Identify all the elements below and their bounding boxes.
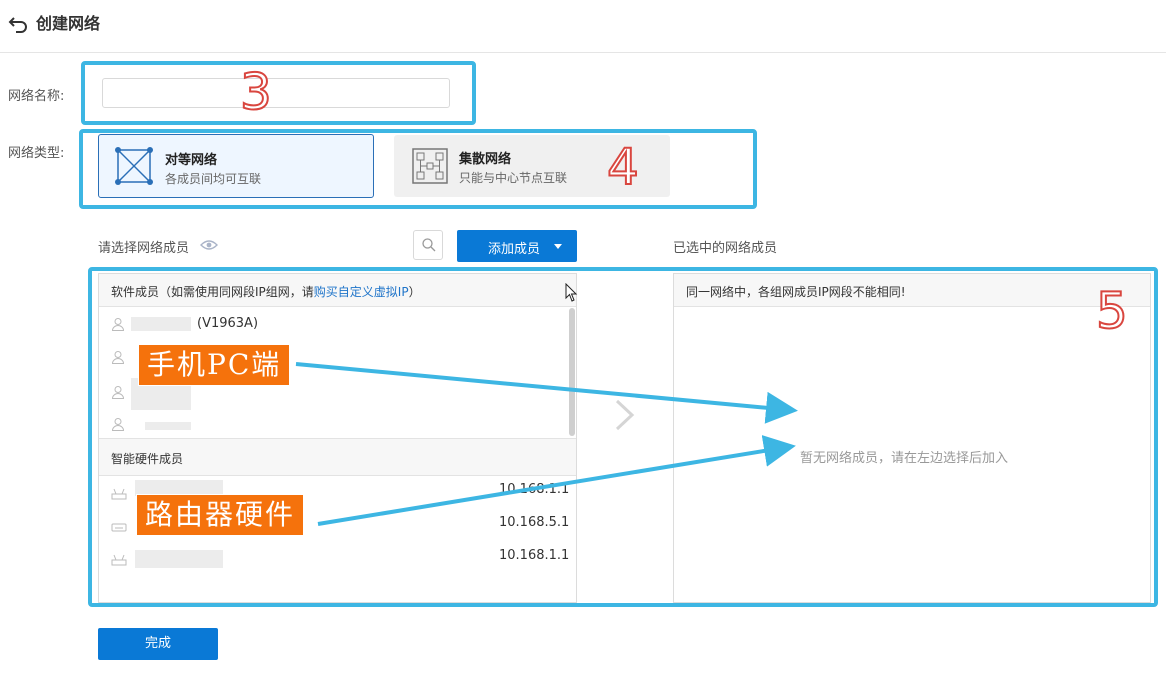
hub-card-title: 集散网络 [459,152,512,167]
selected-members-panel: 同一网络中，各组网成员IP网段不能相同! 暂无网络成员，请在左边选择后加入 [673,273,1151,603]
callout-router-hardware: 路由器硬件 [136,494,305,536]
software-member-row[interactable] [111,316,125,335]
hardware-ip: 10.168.1.1 [499,482,570,497]
transfer-right-icon[interactable] [614,398,636,432]
network-name-input[interactable] [102,78,450,108]
router-icon [111,554,127,566]
user-icon [111,318,125,331]
mouse-cursor-icon [565,283,578,302]
redacted-name [135,550,223,568]
select-members-label: 请选择网络成员 [98,241,190,256]
buy-virtual-ip-link[interactable]: 购买自定义虚拟IP [314,285,409,299]
user-icon [111,418,125,431]
page-header [0,0,1166,53]
done-button[interactable]: 完成 [98,628,218,660]
step-number-4: 4 [606,138,640,196]
network-name-label: 网络名称: [8,89,65,104]
hardware-ip: 10.168.1.1 [499,548,570,563]
hardware-header-text: 智能硬件成员 [111,452,184,466]
hardware-member-row[interactable] [111,485,127,504]
network-type-label: 网络类型: [8,146,65,161]
step-number-5: 5 [1095,282,1129,340]
redacted-name [145,422,191,430]
member-version: (V1963A) [197,316,259,331]
peer-card-title: 对等网络 [165,153,218,168]
software-header-suffix: ） [408,285,421,299]
hardware-member-row[interactable] [111,518,127,537]
page-title: 创建网络 [36,14,101,33]
type-card-peer[interactable]: 对等网络 各成员间均可互联 [98,134,374,198]
search-button[interactable] [413,230,443,260]
add-member-button[interactable]: 添加成员 [457,230,577,262]
software-header: 软件成员（如需使用同网段IP组网，请购买自定义虚拟IP） [99,274,576,307]
caret-down-icon [554,244,562,249]
peer-network-icon [115,147,153,185]
hardware-member-row[interactable] [111,551,127,570]
search-icon [422,238,436,252]
software-member-row[interactable] [111,384,125,403]
step-number-3: 3 [239,63,273,121]
eye-icon[interactable] [200,239,218,251]
hub-card-desc: 只能与中心节点互联 [459,171,568,185]
router-icon [111,523,127,532]
peer-card-desc: 各成员间均可互联 [165,172,262,186]
callout-mobile-pc: 手机PC端 [138,344,291,386]
hardware-header: 智能硬件成员 [99,438,576,476]
hardware-ip: 10.168.5.1 [499,515,570,530]
software-header-text: 软件成员（如需使用同网段IP组网，请 [111,285,314,299]
empty-selection-text: 暂无网络成员，请在左边选择后加入 [800,451,1009,466]
add-member-label: 添加成员 [488,242,541,257]
software-member-row[interactable] [111,349,125,368]
selected-panel-header: 同一网络中，各组网成员IP网段不能相同! [674,274,1150,307]
ip-segment-warning: 同一网络中，各组网成员IP网段不能相同! [686,285,906,299]
selected-members-label: 已选中的网络成员 [673,241,778,256]
scrollbar[interactable] [569,308,575,436]
software-member-row[interactable] [111,416,125,435]
back-arrow-icon[interactable] [8,12,30,34]
router-icon [111,488,127,500]
member-source-panel: 软件成员（如需使用同网段IP组网，请购买自定义虚拟IP） (V1963A) 智能… [98,273,577,603]
redacted-name [131,317,191,331]
user-icon [111,386,125,399]
hub-network-icon [412,148,448,184]
user-icon [111,351,125,364]
